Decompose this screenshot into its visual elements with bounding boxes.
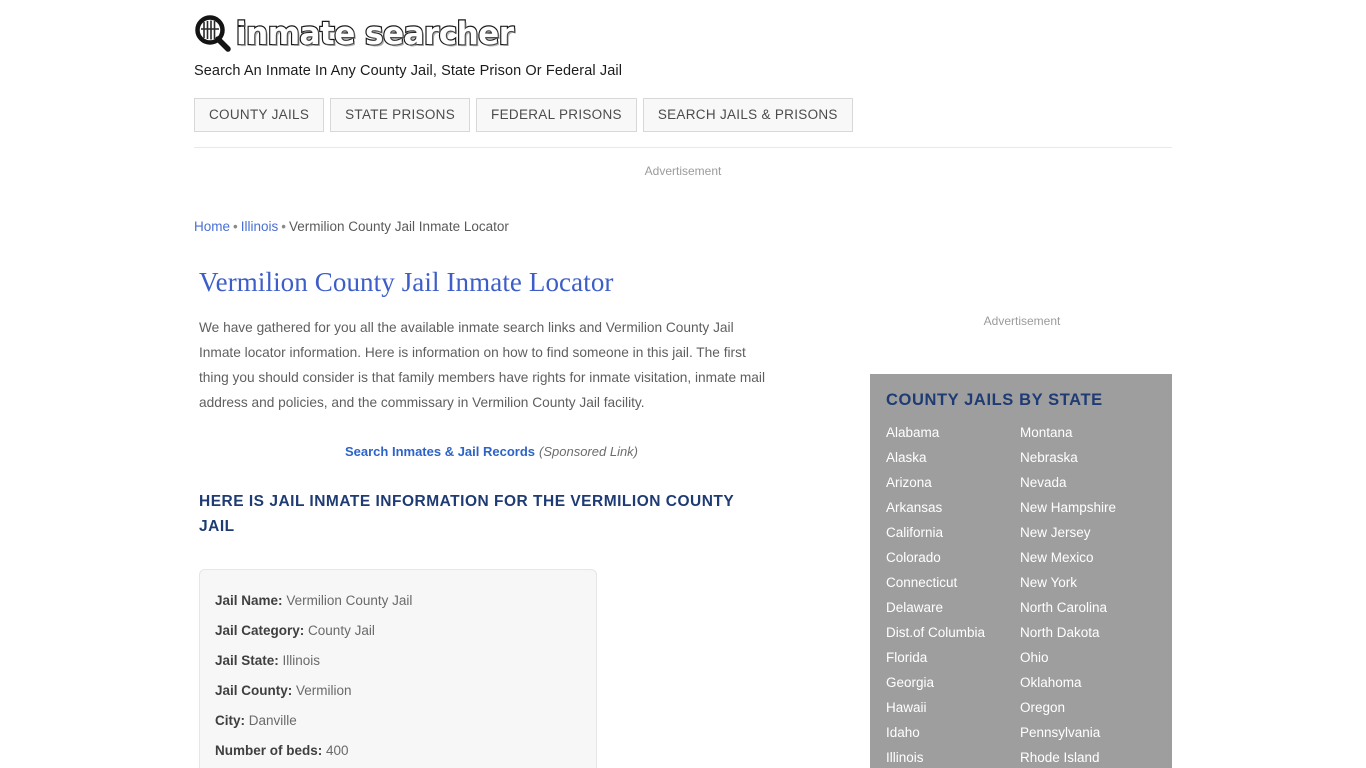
state-link[interactable]: Florida [886,645,1020,670]
state-link[interactable]: Illinois [886,745,1020,768]
info-row-jail-name: Jail Name: Vermilion County Jail [215,586,596,616]
state-link[interactable]: Arizona [886,470,1020,495]
info-key: Jail Category: [215,623,305,638]
info-row-jail-category: Jail Category: County Jail [215,616,596,646]
info-key: Jail Name: [215,593,283,608]
sponsored-note: (Sponsored Link) [539,444,639,459]
info-value: County Jail [308,623,375,638]
state-link[interactable]: Idaho [886,720,1020,745]
main-content: Vermilion County Jail Inmate Locator We … [199,265,799,768]
site-header: inmate searcher Search An Inmate In Any … [194,12,1172,79]
intro-paragraph: We have gathered for you all the availab… [199,320,765,410]
state-link[interactable]: North Carolina [1020,595,1172,620]
info-key: City: [215,713,245,728]
jail-info-box: Jail Name: Vermilion County Jail Jail Ca… [199,569,597,768]
state-link[interactable]: California [886,520,1020,545]
state-link[interactable]: New Jersey [1020,520,1172,545]
state-link[interactable]: Alabama [886,420,1020,445]
nav-state-prisons[interactable]: STATE PRISONS [330,98,471,132]
primary-nav: COUNTY JAILS STATE PRISONS FEDERAL PRISO… [194,98,853,132]
info-key: Jail County: [215,683,293,698]
state-link[interactable]: Nevada [1020,470,1172,495]
state-link[interactable]: Nebraska [1020,445,1172,470]
nav-county-jails[interactable]: COUNTY JAILS [194,98,325,132]
info-value: Vermilion County Jail [286,593,413,608]
page-root: inmate searcher Search An Inmate In Any … [0,0,1366,768]
site-tagline: Search An Inmate In Any County Jail, Sta… [194,63,623,79]
breadcrumb: Home • Illinois • Vermilion County Jail Inma… [194,219,509,235]
sidebar-advertisement-label: Advertisement [983,314,1061,328]
info-value: Illinois [282,653,321,668]
nav-federal-prisons[interactable]: FEDERAL PRISONS [476,98,637,132]
state-link[interactable]: Oklahoma [1020,670,1172,695]
breadcrumb-separator: • [233,219,238,234]
info-row-city: City: Danville [215,706,596,736]
search-inmates-records-link[interactable]: Search Inmates & Jail Records [345,444,535,459]
nav-search-jails-prisons[interactable]: SEARCH JAILS & PRISONS [642,98,853,132]
sponsored-link-row: Search Inmates & Jail Records (Sponsored … [199,444,784,460]
state-link[interactable]: New Mexico [1020,545,1172,570]
info-row-number-of-beds: Number of beds: 400 [215,736,596,766]
state-link[interactable]: Delaware [886,595,1020,620]
breadcrumb-home-link[interactable]: Home [194,219,230,234]
state-link[interactable]: Connecticut [886,570,1020,595]
info-value: Vermilion [296,683,352,698]
info-row-jail-state: Jail State: Illinois [215,646,596,676]
state-link[interactable]: North Dakota [1020,620,1172,645]
county-jails-by-state-panel: COUNTY JAILS BY STATE Alabama Montana Al… [870,374,1172,768]
state-link[interactable]: Dist.of Columbia [886,620,1020,645]
breadcrumb-state-link[interactable]: Illinois [241,219,279,234]
sidebar-title: COUNTY JAILS BY STATE [886,391,1103,409]
magnifier-jail-bars-icon [194,15,232,53]
info-key: Number of beds: [215,743,323,758]
top-advertisement-label: Advertisement [644,164,722,178]
breadcrumb-separator: • [281,219,286,234]
state-link[interactable]: Colorado [886,545,1020,570]
logo-text: inmate searcher [235,16,515,52]
state-link[interactable]: Rhode Island [1020,745,1172,768]
state-link[interactable]: New York [1020,570,1172,595]
state-link[interactable]: Montana [1020,420,1172,445]
header-divider [194,147,1172,148]
state-link[interactable]: Ohio [1020,645,1172,670]
state-link[interactable]: Arkansas [886,495,1020,520]
breadcrumb-current: Vermilion County Jail Inmate Locator [289,219,509,234]
section-heading: HERE IS JAIL INMATE INFORMATION FOR THE … [199,493,734,535]
info-value: Danville [248,713,297,728]
page-title: Vermilion County Jail Inmate Locator [199,267,614,297]
info-key: Jail State: [215,653,279,668]
info-row-jail-county: Jail County: Vermilion [215,676,596,706]
state-link[interactable]: Georgia [886,670,1020,695]
state-link[interactable]: New Hampshire [1020,495,1172,520]
state-links-grid: Alabama Montana Alaska Nebraska Arizona … [886,420,1172,768]
state-link[interactable]: Pennsylvania [1020,720,1172,745]
logo[interactable]: inmate searcher [194,12,1172,56]
state-link[interactable]: Oregon [1020,695,1172,720]
state-link[interactable]: Alaska [886,445,1020,470]
state-link[interactable]: Hawaii [886,695,1020,720]
info-value: 400 [326,743,349,758]
